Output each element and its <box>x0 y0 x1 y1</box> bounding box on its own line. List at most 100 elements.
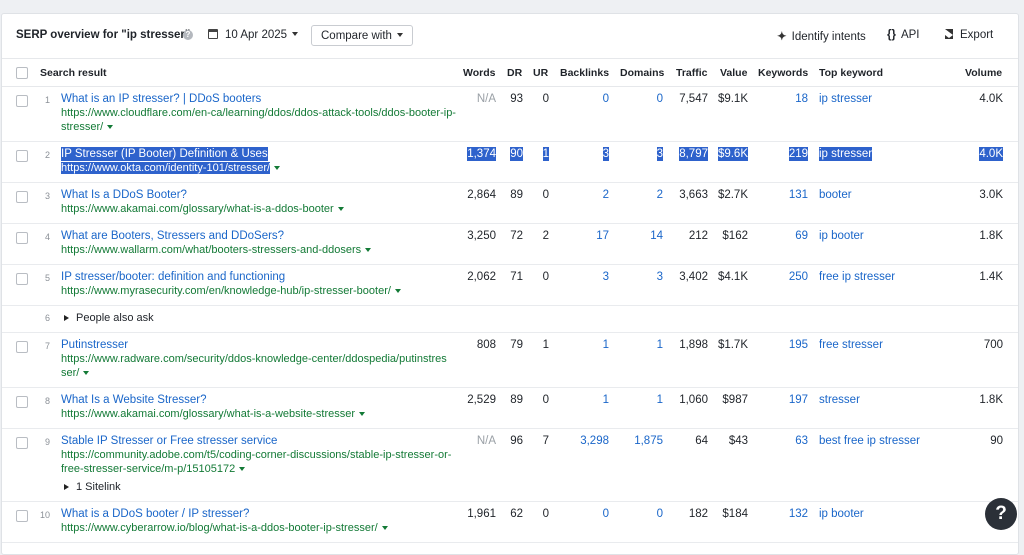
result-url[interactable]: https://www.myrasecurity.com/en/knowledg… <box>61 284 456 298</box>
col-volume[interactable]: Volume <box>965 67 1002 79</box>
result-title-link[interactable]: What is an IP stresser? | DDoS booters <box>61 92 261 106</box>
row-checkbox[interactable] <box>16 95 28 107</box>
backlinks-value[interactable]: 2 <box>603 188 609 202</box>
backlinks-value[interactable]: 3,298 <box>580 434 609 448</box>
top-keyword-link[interactable]: ip stresser <box>819 147 873 161</box>
result-url-text[interactable]: https://www.okta.com/identity-101/stress… <box>61 162 271 174</box>
row-checkbox[interactable] <box>16 191 28 203</box>
keywords-value[interactable]: 132 <box>789 507 808 521</box>
chevron-down-icon[interactable] <box>359 412 366 416</box>
top-keyword-link[interactable]: booter <box>819 188 852 202</box>
top-keyword-link[interactable]: best free ip stresser <box>819 434 920 448</box>
chevron-down-icon[interactable] <box>381 526 388 530</box>
row-checkbox[interactable] <box>16 437 28 449</box>
result-url[interactable]: https://www.wallarm.com/what/booters-str… <box>61 243 456 257</box>
backlinks-value[interactable]: 1 <box>603 338 609 352</box>
sitelink-toggle[interactable]: 1 Sitelink <box>64 481 121 493</box>
backlinks-value[interactable]: 0 <box>603 507 609 521</box>
result-url-text[interactable]: https://www.akamai.com/glossary/what-is-… <box>61 408 355 420</box>
chevron-down-icon[interactable] <box>365 248 372 252</box>
chevron-down-icon[interactable] <box>239 467 246 471</box>
keywords-value[interactable]: 18 <box>795 92 808 106</box>
top-keyword-link[interactable]: ip booter <box>819 507 864 521</box>
result-title-link[interactable]: IP stresser/booter: definition and funct… <box>61 270 285 284</box>
result-url-text[interactable]: https://www.cyberarrow.io/blog/what-is-a… <box>61 522 378 534</box>
keywords-value[interactable]: 197 <box>789 393 808 407</box>
row-checkbox[interactable] <box>16 232 28 244</box>
col-keywords[interactable]: Keywords <box>758 67 808 79</box>
chevron-down-icon[interactable] <box>274 166 281 170</box>
keywords-value[interactable]: 219 <box>788 147 808 161</box>
date-selector[interactable]: 10 Apr 2025 <box>208 29 299 41</box>
domains-value[interactable]: 3 <box>656 147 663 161</box>
result-title-link[interactable]: Putinstresser <box>61 338 128 352</box>
keywords-value[interactable]: 195 <box>789 338 808 352</box>
result-url[interactable]: https://www.akamai.com/glossary/what-is-… <box>61 202 456 216</box>
top-keyword-link[interactable]: free ip stresser <box>819 270 895 284</box>
select-all-checkbox[interactable] <box>16 67 28 79</box>
chevron-down-icon[interactable] <box>107 125 114 129</box>
result-url-text[interactable]: https://www.wallarm.com/what/booters-str… <box>61 244 361 256</box>
result-title-link[interactable]: What Is a DDoS Booter? <box>61 188 187 202</box>
chevron-down-icon[interactable] <box>337 207 344 211</box>
result-title-link[interactable]: IP Stresser (IP Booter) Definition & Use… <box>61 147 268 161</box>
top-keyword-link[interactable]: ip stresser <box>819 92 872 106</box>
backlinks-value[interactable]: 3 <box>603 270 609 284</box>
result-url[interactable]: https://www.okta.com/identity-101/stress… <box>61 161 456 175</box>
result-url-text[interactable]: https://community.adobe.com/t5/coding-co… <box>61 449 451 475</box>
result-title-link[interactable]: What Is a Website Stresser? <box>61 393 207 407</box>
domains-value[interactable]: 1 <box>657 338 663 352</box>
col-top-keyword[interactable]: Top keyword <box>819 67 883 79</box>
people-also-ask-row[interactable]: 6 People also ask <box>2 305 1018 333</box>
col-traffic[interactable]: Traffic <box>676 67 708 79</box>
result-title-link[interactable]: Stable IP Stresser or Free stresser serv… <box>61 434 277 448</box>
row-checkbox[interactable] <box>16 150 28 162</box>
top-keyword-link[interactable]: ip booter <box>819 229 864 243</box>
chevron-down-icon[interactable] <box>83 371 90 375</box>
result-url[interactable]: https://community.adobe.com/t5/coding-co… <box>61 448 453 476</box>
keywords-value[interactable]: 250 <box>789 270 808 284</box>
domains-value[interactable]: 1 <box>657 393 663 407</box>
result-url[interactable]: https://www.cyberarrow.io/blog/what-is-a… <box>61 521 456 535</box>
backlinks-value[interactable]: 17 <box>596 229 609 243</box>
col-ur[interactable]: UR <box>533 67 548 79</box>
domains-value[interactable]: 14 <box>650 229 663 243</box>
col-value[interactable]: Value <box>720 67 747 79</box>
api-button[interactable]: {} API <box>887 29 920 41</box>
row-checkbox[interactable] <box>16 341 28 353</box>
result-url-text[interactable]: https://www.cloudflare.com/en-ca/learnin… <box>61 107 456 133</box>
domains-value[interactable]: 0 <box>657 507 663 521</box>
people-also-ask-toggle[interactable]: People also ask <box>64 312 154 324</box>
result-url[interactable]: https://www.cloudflare.com/en-ca/learnin… <box>61 106 456 134</box>
domains-value[interactable]: 1,875 <box>634 434 663 448</box>
top-keyword-link[interactable]: free stresser <box>819 338 883 352</box>
row-checkbox[interactable] <box>16 396 28 408</box>
result-url[interactable]: https://www.akamai.com/glossary/what-is-… <box>61 407 456 421</box>
export-button[interactable]: Export <box>945 29 993 41</box>
result-url-text[interactable]: https://www.radware.com/security/ddos-kn… <box>61 353 447 379</box>
backlinks-value[interactable]: 0 <box>603 92 609 106</box>
domains-value[interactable]: 2 <box>657 188 663 202</box>
col-dr[interactable]: DR <box>507 67 522 79</box>
help-button[interactable]: ? <box>985 498 1017 530</box>
domains-value[interactable]: 0 <box>657 92 663 106</box>
col-words[interactable]: Words <box>463 67 495 79</box>
chevron-down-icon[interactable] <box>394 289 401 293</box>
row-checkbox[interactable] <box>16 510 28 522</box>
keywords-value[interactable]: 63 <box>795 434 808 448</box>
col-search-result[interactable]: Search result <box>40 67 107 79</box>
result-url[interactable]: https://www.radware.com/security/ddos-kn… <box>61 352 451 380</box>
col-domains[interactable]: Domains <box>620 67 664 79</box>
top-keyword-link[interactable]: stresser <box>819 393 860 407</box>
info-icon[interactable]: ? <box>183 30 193 40</box>
backlinks-value[interactable]: 3 <box>602 147 609 161</box>
backlinks-value[interactable]: 1 <box>603 393 609 407</box>
keywords-value[interactable]: 131 <box>789 188 808 202</box>
result-url-text[interactable]: https://www.akamai.com/glossary/what-is-… <box>61 203 334 215</box>
row-checkbox[interactable] <box>16 273 28 285</box>
identify-intents-button[interactable]: ✦ Identify intents <box>777 29 866 43</box>
domains-value[interactable]: 3 <box>657 270 663 284</box>
keywords-value[interactable]: 69 <box>795 229 808 243</box>
compare-with-button[interactable]: Compare with <box>311 25 413 46</box>
col-backlinks[interactable]: Backlinks <box>560 67 609 79</box>
